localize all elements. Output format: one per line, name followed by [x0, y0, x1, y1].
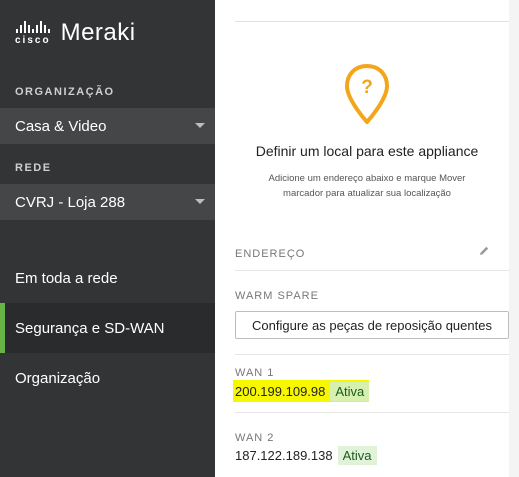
wan1-ip: 200.199.109.98: [235, 383, 326, 399]
cisco-logo: cisco: [15, 20, 51, 46]
wan1-label: WAN 1: [235, 367, 275, 379]
meraki-logo[interactable]: cisco Meraki: [15, 18, 136, 48]
chevron-down-icon: [195, 123, 205, 128]
configure-warm-spare-button[interactable]: Configure as peças de reposição quentes: [235, 311, 509, 339]
organization-label: ORGANIZAÇÃO: [15, 86, 115, 98]
nav-item-label: Em toda a rede: [15, 269, 118, 287]
wan2-ip: 187.122.189.138: [235, 447, 333, 463]
chevron-down-icon: [195, 199, 205, 204]
nav-item-organization[interactable]: Organização: [0, 353, 215, 403]
nav-item-label: Organização: [15, 369, 101, 387]
organization-select[interactable]: Casa & Video: [0, 108, 215, 144]
nav-item-security-sdwan[interactable]: Segurança e SD-WAN: [0, 303, 215, 353]
location-description: Adicione um endereço abaixo e marque Mov…: [268, 173, 466, 199]
network-value: CVRJ - Loja 288: [15, 193, 126, 211]
divider: [235, 412, 509, 413]
question-map-pin-icon: ?: [343, 62, 391, 131]
nav-item-network-wide[interactable]: Em toda a rede: [0, 253, 215, 303]
network-select[interactable]: CVRJ - Loja 288: [0, 184, 215, 220]
wan1-status-row: 200.199.109.98 Ativa: [233, 380, 370, 402]
pencil-icon[interactable]: [478, 244, 490, 262]
address-label: ENDEREÇO: [235, 248, 306, 260]
status-badge: Ativa: [330, 381, 370, 401]
nav-item-label: Segurança e SD-WAN: [15, 319, 165, 337]
divider: [235, 270, 509, 271]
wan2-label: WAN 2: [235, 432, 275, 444]
wan2-status-row: 187.122.189.138 Ativa: [233, 444, 377, 466]
meraki-wordmark: Meraki: [60, 19, 136, 46]
location-title: Definir um local para este appliance: [255, 143, 479, 159]
status-badge: Ativa: [337, 445, 377, 465]
organization-value: Casa & Video: [15, 117, 107, 135]
warm-spare-label: WARM SPARE: [235, 290, 319, 302]
cisco-bars-icon: [15, 20, 50, 33]
cisco-wordmark: cisco: [15, 34, 51, 46]
svg-text:?: ?: [361, 77, 373, 98]
divider: [235, 354, 509, 355]
network-label: REDE: [15, 162, 52, 174]
divider: [235, 21, 509, 22]
sidebar: cisco Meraki ORGANIZAÇÃO Casa & Video RE…: [0, 0, 215, 477]
scrollbar[interactable]: [509, 0, 519, 477]
appliance-status-panel: ? Definir um local para este appliance A…: [215, 0, 519, 477]
